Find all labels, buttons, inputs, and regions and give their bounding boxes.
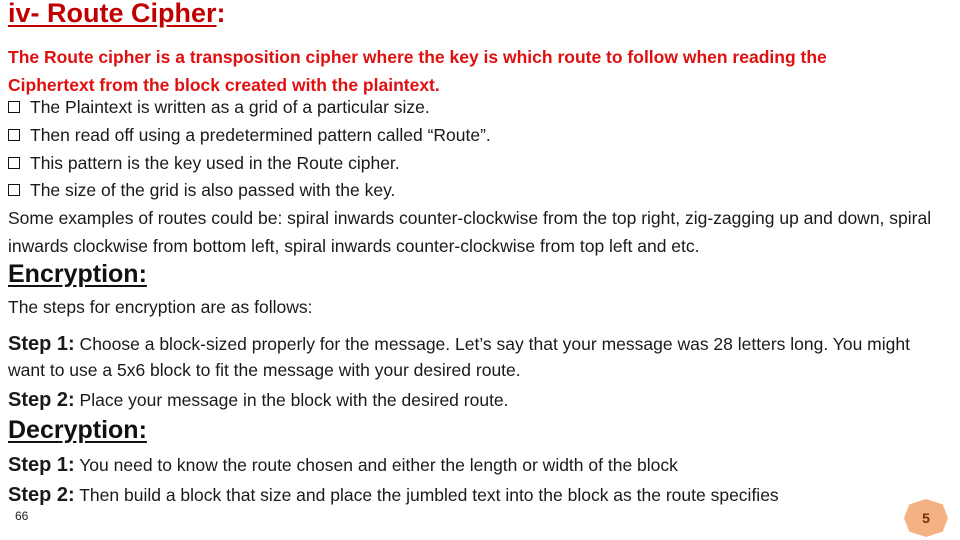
decryption-step-1: Step 1: You need to know the route chose…	[8, 452, 938, 478]
step-text: You need to know the route chosen and ei…	[74, 455, 678, 475]
step-label: Step 1:	[8, 333, 75, 355]
step-label: Step 1:	[8, 454, 75, 476]
encryption-heading: Encryption:	[8, 260, 147, 288]
bullet-text: The Plaintext is written as a grid of a …	[30, 97, 430, 117]
bullet-item: Then read off using a predetermined patt…	[8, 124, 491, 146]
slide-number-badge: 5	[904, 499, 948, 537]
checkbox-bullet-icon	[8, 101, 20, 113]
step-text: Choose a block-sized properly for the me…	[8, 334, 910, 380]
step-label: Step 2:	[8, 484, 75, 506]
bullet-item: The Plaintext is written as a grid of a …	[8, 96, 430, 118]
encryption-step-2: Step 2: Place your message in the block …	[8, 387, 938, 413]
step-text: Place your message in the block with the…	[74, 390, 509, 410]
intro-paragraph: The Route cipher is a transposition ciph…	[8, 47, 827, 95]
encryption-step-1: Step 1: Choose a block-sized properly fo…	[8, 331, 938, 383]
checkbox-bullet-icon	[8, 129, 20, 141]
step-label: Step 2:	[8, 389, 75, 411]
bullet-item: The size of the grid is also passed with…	[8, 179, 395, 201]
step-text: Then build a block that size and place t…	[74, 485, 779, 505]
checkbox-bullet-icon	[8, 157, 20, 169]
bullet-text: Then read off using a predetermined patt…	[30, 125, 491, 145]
decryption-step-2: Step 2: Then build a block that size and…	[8, 482, 938, 508]
page-number: 66	[15, 509, 29, 523]
route-examples-paragraph: Some examples of routes could be: spiral…	[8, 208, 932, 256]
encryption-lead: The steps for encryption are as follows:	[8, 297, 313, 317]
slide-title-text: iv- Route Cipher	[8, 0, 217, 28]
decryption-heading: Decryption:	[8, 416, 147, 444]
bullet-item: This pattern is the key used in the Rout…	[8, 152, 400, 174]
slide-number: 5	[922, 510, 930, 526]
bullet-text: This pattern is the key used in the Rout…	[30, 153, 400, 173]
checkbox-bullet-icon	[8, 184, 20, 196]
bullet-text: The size of the grid is also passed with…	[30, 180, 396, 200]
slide-title-colon: :	[216, 0, 226, 28]
slide-title: iv- Route Cipher:	[8, 0, 226, 29]
